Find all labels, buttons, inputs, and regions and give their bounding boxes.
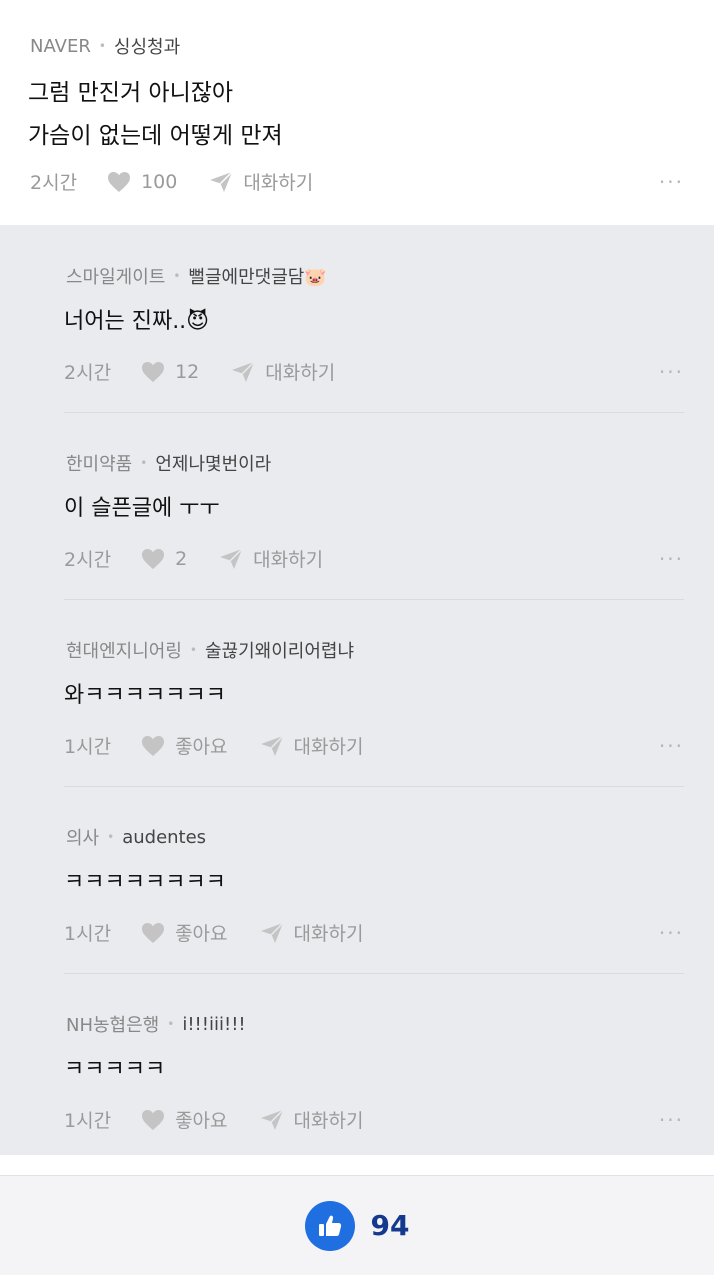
comment-meta: NAVER • 싱싱청과 bbox=[30, 33, 180, 59]
timestamp: 1시간 bbox=[64, 923, 112, 945]
reply-item: 현대엔지니어링 • 술끊기왜이리어렵냐 와ㅋㅋㅋㅋㅋㅋㅋ 1시간 좋아요 대화하… bbox=[64, 599, 684, 786]
send-icon bbox=[232, 360, 255, 382]
timestamp: 2시간 bbox=[30, 172, 78, 194]
separator-dot: • bbox=[140, 456, 148, 470]
more-dots-icon[interactable]: ··· bbox=[659, 549, 684, 569]
reply-button[interactable]: 대화하기 bbox=[260, 732, 364, 759]
more-dots-icon[interactable]: ··· bbox=[659, 362, 684, 382]
heart-icon bbox=[142, 735, 165, 756]
reply-label: 대화하기 bbox=[293, 736, 364, 758]
reply-item: 스마일게이트 • 뻘글에만댓글담🐷 너어는 진짜..😈 2시간 12 대화하기 … bbox=[64, 225, 684, 412]
company-name: 의사 bbox=[66, 828, 100, 849]
send-icon bbox=[220, 547, 243, 569]
more-dots-icon[interactable]: ··· bbox=[659, 736, 684, 756]
reply-actions: 2시간 12 대화하기 ··· bbox=[64, 358, 684, 385]
heart-icon bbox=[142, 548, 165, 569]
author-name[interactable]: 언제나몇번이라 bbox=[155, 450, 271, 476]
replies-section: 스마일게이트 • 뻘글에만댓글담🐷 너어는 진짜..😈 2시간 12 대화하기 … bbox=[0, 225, 714, 1155]
reply-meta: 한미약품 • 언제나몇번이라 bbox=[66, 450, 271, 476]
comment-line: 가슴이 없는데 어떻게 만져 bbox=[28, 123, 283, 149]
company-name: 한미약품 bbox=[66, 454, 133, 475]
author-name[interactable]: i!!!iii!!! bbox=[182, 1014, 245, 1035]
company-name: NH농협은행 bbox=[66, 1015, 160, 1036]
reply-item: NH농협은행 • i!!!iii!!! ㅋㅋㅋㅋㅋ 1시간 좋아요 대화하기 ·… bbox=[64, 973, 684, 1160]
reply-text: 너어는 진짜..😈 bbox=[64, 309, 210, 334]
reply-actions: 1시간 좋아요 대화하기 ··· bbox=[64, 1106, 684, 1133]
comment-line: 그럼 만진거 아니잖아 bbox=[28, 80, 234, 106]
reply-meta: NH농협은행 • i!!!iii!!! bbox=[66, 1011, 246, 1037]
more-dots-icon[interactable]: ··· bbox=[659, 172, 684, 192]
company-name: 스마일게이트 bbox=[66, 267, 166, 288]
more-dots-icon[interactable]: ··· bbox=[659, 1110, 684, 1130]
reply-text: 이 슬픈글에 ㅜㅜ bbox=[64, 496, 220, 521]
reply-item: 한미약품 • 언제나몇번이라 이 슬픈글에 ㅜㅜ 2시간 2 대화하기 ··· bbox=[64, 412, 684, 599]
reply-actions: 2시간 2 대화하기 ··· bbox=[64, 545, 684, 572]
comment-actions: 2시간 100 대화하기 ··· bbox=[30, 168, 684, 195]
timestamp: 2시간 bbox=[64, 362, 112, 384]
heart-icon bbox=[142, 922, 165, 943]
company-name: 현대엔지니어링 bbox=[66, 641, 182, 662]
reply-button[interactable]: 대화하기 bbox=[231, 358, 335, 385]
separator-dot: • bbox=[189, 643, 197, 657]
reply-label: 대화하기 bbox=[293, 923, 364, 945]
reply-actions: 1시간 좋아요 대화하기 ··· bbox=[64, 732, 684, 759]
separator-dot: • bbox=[173, 269, 181, 283]
timestamp: 2시간 bbox=[64, 549, 112, 571]
like-count: 2 bbox=[175, 547, 188, 570]
timestamp: 1시간 bbox=[64, 736, 112, 758]
reply-item: 의사 • audentes ㅋㅋㅋㅋㅋㅋㅋㅋ 1시간 좋아요 대화하기 ··· bbox=[64, 786, 684, 973]
like-count: 12 bbox=[175, 360, 200, 383]
bottom-like-bar: 94 bbox=[0, 1175, 714, 1275]
separator-dot: • bbox=[167, 1017, 175, 1031]
spacer bbox=[0, 1155, 714, 1175]
reply-label: 대화하기 bbox=[253, 549, 324, 571]
reply-label: 대화하기 bbox=[243, 172, 314, 194]
reply-actions: 1시간 좋아요 대화하기 ··· bbox=[64, 919, 684, 946]
author-name[interactable]: 뻘글에만댓글담🐷 bbox=[188, 263, 326, 289]
author-name[interactable]: 술끊기왜이리어렵냐 bbox=[205, 637, 354, 663]
comment-body: 그럼 만진거 아니잖아 가슴이 없는데 어떻게 만져 bbox=[28, 72, 283, 158]
send-icon bbox=[260, 1108, 284, 1130]
separator-dot: • bbox=[98, 39, 106, 53]
like-button[interactable]: 좋아요 bbox=[141, 919, 228, 946]
reply-meta: 현대엔지니어링 • 술끊기왜이리어렵냐 bbox=[66, 637, 354, 663]
reply-meta: 의사 • audentes bbox=[66, 824, 206, 850]
reply-text: ㅋㅋㅋㅋㅋ bbox=[64, 1057, 166, 1082]
heart-icon bbox=[142, 361, 165, 382]
like-count: 100 bbox=[141, 170, 178, 193]
author-name[interactable]: audentes bbox=[122, 827, 206, 848]
like-count: 좋아요 bbox=[175, 1110, 228, 1132]
reply-button[interactable]: 대화하기 bbox=[260, 919, 364, 946]
reply-button[interactable]: 대화하기 bbox=[260, 1106, 364, 1133]
main-comment: NAVER • 싱싱청과 그럼 만진거 아니잖아 가슴이 없는데 어떻게 만져 … bbox=[0, 0, 714, 225]
thumbs-up-button[interactable] bbox=[304, 1200, 355, 1251]
like-button[interactable]: 좋아요 bbox=[141, 1106, 228, 1133]
thumbs-up-icon bbox=[318, 1215, 341, 1236]
heart-icon bbox=[142, 1109, 165, 1130]
reply-meta: 스마일게이트 • 뻘글에만댓글담🐷 bbox=[66, 263, 327, 289]
reply-label: 대화하기 bbox=[265, 362, 336, 384]
reply-label: 대화하기 bbox=[293, 1110, 364, 1132]
send-icon bbox=[260, 921, 284, 943]
timestamp: 1시간 bbox=[64, 1110, 112, 1132]
send-icon bbox=[260, 734, 284, 756]
source-label: NAVER bbox=[30, 35, 91, 57]
total-like-count: 94 bbox=[370, 1209, 410, 1242]
heart-icon bbox=[108, 171, 131, 192]
more-dots-icon[interactable]: ··· bbox=[659, 923, 684, 943]
reply-text: 와ㅋㅋㅋㅋㅋㅋㅋ bbox=[64, 683, 226, 708]
like-button[interactable]: 2 bbox=[141, 548, 187, 570]
like-button[interactable]: 12 bbox=[141, 361, 199, 383]
send-icon bbox=[210, 170, 233, 192]
reply-text: ㅋㅋㅋㅋㅋㅋㅋㅋ bbox=[64, 870, 226, 895]
like-count: 좋아요 bbox=[175, 923, 228, 945]
separator-dot: • bbox=[107, 830, 115, 844]
like-count: 좋아요 bbox=[175, 736, 228, 758]
like-button[interactable]: 좋아요 bbox=[141, 732, 228, 759]
reply-button[interactable]: 대화하기 bbox=[219, 545, 323, 572]
like-button[interactable]: 100 bbox=[107, 171, 177, 193]
author-name[interactable]: 싱싱청과 bbox=[114, 33, 180, 59]
reply-button[interactable]: 대화하기 bbox=[209, 168, 313, 195]
